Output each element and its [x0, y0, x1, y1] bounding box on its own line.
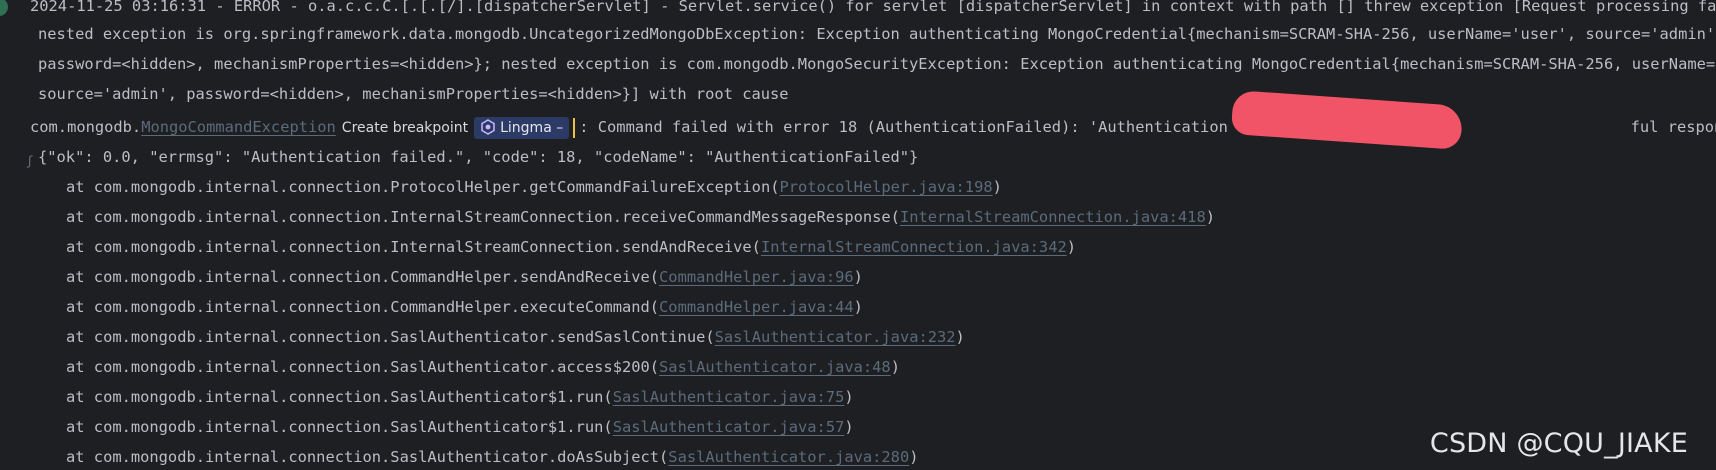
source-link[interactable]: SaslAuthenticator.java:280	[668, 448, 909, 466]
exception-class-link[interactable]: MongoCommandException	[141, 118, 336, 136]
stack-frame: at com.mongodb.internal.connection.Proto…	[66, 175, 1002, 199]
stack-frame-close: )	[1205, 208, 1215, 226]
watermark: CSDN @CQU_JIAKE	[1429, 428, 1688, 459]
stack-frame: at com.mongodb.internal.connection.Inter…	[66, 205, 1215, 229]
source-link[interactable]: SaslAuthenticator.java:232	[715, 328, 956, 346]
exception-line: com.mongodb.MongoCommandException Create …	[30, 115, 1716, 139]
lingma-button[interactable]: Lingma –	[474, 116, 570, 139]
stack-frame-close: )	[1066, 238, 1077, 256]
stack-frame: at com.mongodb.internal.connection.Comma…	[66, 295, 863, 319]
source-link[interactable]: SaslAuthenticator.java:57	[613, 418, 845, 436]
stack-frame-close: )	[992, 178, 1002, 196]
stack-frame-text: at com.mongodb.internal.connection.Comma…	[66, 298, 660, 316]
lingma-label: Lingma	[500, 119, 552, 136]
source-link[interactable]: CommandHelper.java:44	[659, 298, 854, 316]
source-link[interactable]: InternalStreamConnection.java:342	[761, 238, 1067, 256]
log-line: password=<hidden>, mechanismProperties=<…	[38, 55, 1716, 73]
stack-frame: at com.mongodb.internal.connection.SaslA…	[66, 415, 854, 439]
exception-package: com.mongodb.	[30, 118, 142, 136]
create-breakpoint-button[interactable]: Create breakpoint	[342, 120, 468, 136]
lingma-dash: –	[556, 119, 564, 136]
stack-frame: at com.mongodb.internal.connection.SaslA…	[66, 325, 965, 349]
stack-frame: at com.mongodb.internal.connection.SaslA…	[66, 445, 919, 469]
source-link[interactable]: SaslAuthenticator.java:48	[659, 358, 891, 376]
source-link[interactable]: SaslAuthenticator.java:75	[613, 388, 845, 406]
stack-frame-text: at com.mongodb.internal.connection.SaslA…	[66, 448, 669, 466]
stack-frame-close: )	[853, 268, 863, 286]
stack-frame-close: )	[955, 328, 965, 346]
log-line: nested exception is org.springframework.…	[38, 25, 1716, 43]
stack-frame-text: at com.mongodb.internal.connection.Inter…	[66, 238, 761, 256]
stack-frame-close: )	[844, 388, 854, 406]
log-line: source='admin', password=<hidden>, mecha…	[38, 85, 789, 103]
stack-frame: at com.mongodb.internal.connection.SaslA…	[66, 385, 854, 409]
stack-frame-text: at com.mongodb.internal.connection.SaslA…	[66, 328, 715, 346]
stack-frame: at com.mongodb.internal.connection.SaslA…	[66, 355, 900, 379]
stack-frame-text: at com.mongodb.internal.connection.SaslA…	[66, 388, 613, 406]
stack-frame-text: at com.mongodb.internal.connection.SaslA…	[66, 418, 613, 436]
log-line: 2024-11-25 03:16:31 - ERROR - o.a.c.c.C.…	[30, 0, 1716, 15]
stack-frame-text: at com.mongodb.internal.connection.Inter…	[66, 208, 900, 226]
source-link[interactable]: InternalStreamConnection.java:418	[900, 208, 1206, 226]
text-caret	[573, 117, 576, 138]
stack-frame-close: )	[844, 418, 854, 436]
lingma-icon	[481, 118, 495, 135]
json-response-line: {"ok": 0.0, "errmsg": "Authentication fa…	[38, 148, 919, 166]
stack-frame: at com.mongodb.internal.connection.Comma…	[66, 265, 863, 289]
exception-message-tail: ful response i	[1630, 118, 1716, 136]
redaction-mark	[1230, 90, 1464, 150]
status-icon	[0, 0, 8, 16]
fold-marker-icon[interactable]: ʃ	[26, 154, 33, 168]
source-link[interactable]: ProtocolHelper.java:198	[779, 178, 992, 196]
stack-frame-close: )	[853, 298, 863, 316]
stack-frame-close: )	[890, 358, 900, 376]
stack-frame: at com.mongodb.internal.connection.Inter…	[66, 235, 1076, 259]
stack-frame-text: at com.mongodb.internal.connection.Proto…	[66, 178, 780, 196]
stack-frame-text: at com.mongodb.internal.connection.SaslA…	[66, 358, 660, 376]
console-output[interactable]: 2024-11-25 03:16:31 - ERROR - o.a.c.c.C.…	[0, 0, 1716, 470]
stack-frame-close: )	[909, 448, 919, 466]
stack-frame-text: at com.mongodb.internal.connection.Comma…	[66, 268, 660, 286]
source-link[interactable]: CommandHelper.java:96	[659, 268, 854, 286]
